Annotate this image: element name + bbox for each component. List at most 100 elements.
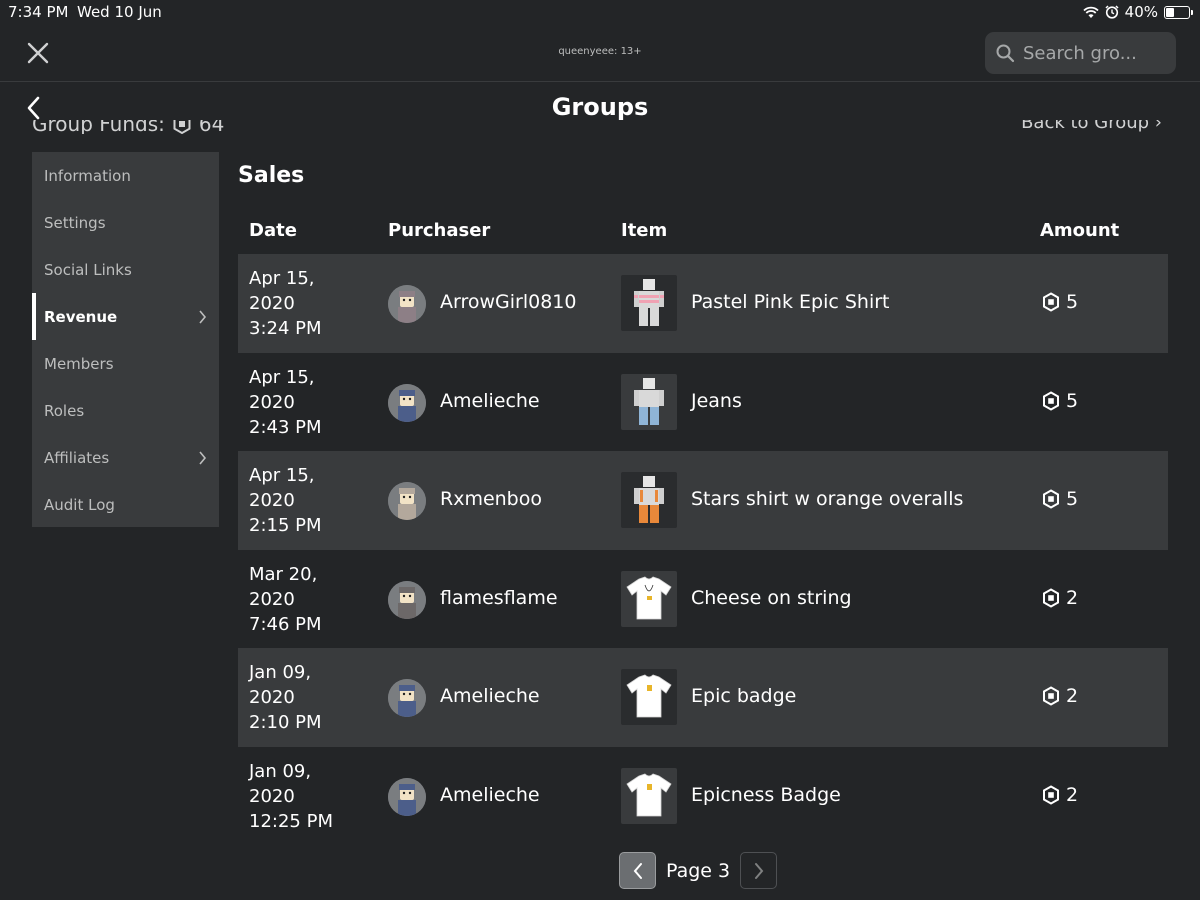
- page-title: Groups: [551, 93, 649, 121]
- next-page-button[interactable]: [740, 852, 778, 889]
- purchaser-avatar[interactable]: [388, 482, 426, 520]
- sidebar-item-label: Social Links: [44, 260, 132, 279]
- sale-amount: 2: [1042, 587, 1078, 609]
- sale-date: Apr 15, 2020 2:43 PM: [249, 366, 322, 438]
- column-header-date: Date: [249, 220, 297, 241]
- sidebar-item-social-links[interactable]: Social Links: [32, 246, 219, 293]
- sale-date: Mar 20, 2020 7:46 PM: [249, 563, 322, 635]
- sidebar-item-label: Roles: [44, 401, 85, 420]
- sale-amount: 2: [1042, 685, 1078, 707]
- sidebar-item-label: Affiliates: [44, 448, 110, 467]
- sidebar-item-audit-log[interactable]: Audit Log: [32, 481, 219, 528]
- sale-amount-value: 2: [1066, 783, 1079, 806]
- sale-date: Apr 15, 2020 3:24 PM: [249, 268, 322, 339]
- robux-icon: [1043, 489, 1059, 509]
- purchaser-avatar[interactable]: [388, 679, 426, 717]
- sidebar-item-label: Information: [44, 166, 131, 185]
- purchaser-avatar[interactable]: [388, 285, 426, 323]
- sale-amount-value: 2: [1066, 685, 1079, 707]
- battery-level: [1166, 7, 1174, 17]
- back-to-group-link[interactable]: Back to Group ›: [1021, 120, 1162, 133]
- table-row: Apr 15, 2020 3:24 PM ArrowGirl0810 Pastel …: [238, 254, 1168, 353]
- sale-amount: 5: [1042, 488, 1078, 510]
- item-thumbnail[interactable]: [621, 570, 677, 627]
- purchaser-name[interactable]: Amelieche: [440, 390, 540, 412]
- search-input[interactable]: [1023, 42, 1168, 64]
- sales-table: Date Purchaser Item Amount Apr 15, 2020 …: [238, 208, 1168, 845]
- sale-amount-value: 5: [1066, 488, 1079, 510]
- sale-amount: 2: [1042, 784, 1078, 806]
- sale-date: Jan 09, 2020 12:25 PM: [249, 760, 333, 832]
- sidebar-item-information[interactable]: Information: [32, 152, 219, 199]
- chevron-right-icon: [754, 862, 763, 879]
- column-header-purchaser: Purchaser: [388, 220, 491, 241]
- item-thumbnail[interactable]: [621, 373, 677, 430]
- table-header: Date Purchaser Item Amount: [238, 208, 1168, 254]
- sidebar-item-affiliates[interactable]: Affiliates: [32, 434, 219, 481]
- battery-icon: [1164, 5, 1193, 19]
- robux-icon: [1043, 686, 1059, 706]
- purchaser-name[interactable]: Amelieche: [440, 685, 540, 707]
- item-thumbnail[interactable]: [621, 275, 677, 331]
- item-thumbnail[interactable]: [621, 767, 677, 824]
- robux-icon: [1043, 390, 1059, 411]
- item-thumbnail[interactable]: [621, 669, 677, 725]
- sidebar-item-roles[interactable]: Roles: [32, 387, 219, 434]
- table-row: Jan 09, 2020 12:25 PM Amelieche Epicness B…: [238, 747, 1168, 846]
- column-header-item: Item: [621, 220, 668, 241]
- item-name[interactable]: Pastel Pink Epic Shirt: [691, 291, 889, 313]
- sidebar: Information Settings Social Links Revenue Me…: [32, 152, 219, 527]
- table-row: Mar 20, 2020 7:46 PM flamesflame Cheese on…: [238, 550, 1168, 649]
- group-funds: Group Funds: 64: [32, 120, 224, 134]
- sale-amount-value: 5: [1066, 291, 1079, 313]
- status-bar: 7:34 PM Wed 10 Jun 40%: [0, 0, 1200, 24]
- purchaser-avatar[interactable]: [388, 580, 426, 619]
- search-icon: [996, 44, 1015, 63]
- robux-icon: [1043, 784, 1059, 805]
- sale-date: Jan 09, 2020 2:10 PM: [249, 662, 322, 733]
- sidebar-item-label: Members: [44, 354, 114, 373]
- item-name[interactable]: Epic badge: [691, 685, 796, 707]
- table-body: Apr 15, 2020 3:24 PM ArrowGirl0810 Pastel …: [238, 254, 1168, 845]
- item-name[interactable]: Jeans: [691, 390, 742, 412]
- purchaser-avatar[interactable]: [388, 383, 426, 422]
- status-indicators: 40%: [1083, 3, 1193, 21]
- chevron-left-icon: [633, 862, 642, 879]
- column-header-amount: Amount: [1040, 220, 1120, 241]
- robux-icon: [1043, 292, 1059, 312]
- robux-icon: [1043, 587, 1059, 608]
- status-date: Wed 10 Jun: [77, 3, 162, 21]
- sale-amount: 5: [1042, 390, 1078, 412]
- sidebar-item-revenue[interactable]: Revenue: [32, 293, 219, 340]
- purchaser-name[interactable]: flamesflame: [440, 587, 558, 609]
- sales-title: Sales: [238, 163, 305, 188]
- purchaser-name[interactable]: Rxmenboo: [440, 488, 542, 510]
- sidebar-item-members[interactable]: Members: [32, 340, 219, 387]
- chevron-right-icon: [199, 451, 207, 465]
- item-name[interactable]: Cheese on string: [691, 587, 852, 609]
- table-row: Apr 15, 2020 2:43 PM Amelieche Jeans 5: [238, 353, 1168, 452]
- group-funds-value: 64: [198, 120, 225, 134]
- purchaser-name[interactable]: Amelieche: [440, 784, 540, 806]
- item-name[interactable]: Stars shirt w orange overalls: [691, 488, 963, 510]
- table-row: Apr 15, 2020 2:15 PM Rxmenboo Stars shirt …: [238, 451, 1168, 550]
- previous-page-button[interactable]: [619, 852, 656, 889]
- alarm-icon: [1105, 5, 1119, 19]
- sidebar-item-settings[interactable]: Settings: [32, 199, 219, 246]
- item-name[interactable]: Epicness Badge: [691, 784, 841, 806]
- page-indicator: Page 3: [666, 859, 731, 882]
- sale-amount: 5: [1042, 291, 1078, 313]
- sale-amount-value: 2: [1066, 586, 1079, 609]
- battery-percent: 40%: [1124, 3, 1158, 21]
- sidebar-item-label: Audit Log: [44, 495, 115, 514]
- sidebar-item-label: Revenue: [44, 307, 118, 326]
- item-thumbnail[interactable]: [621, 472, 677, 528]
- table-row: Jan 09, 2020 2:10 PM Amelieche Epic badge 2: [238, 648, 1168, 747]
- group-funds-label: Group Funds:: [32, 120, 165, 134]
- purchaser-name[interactable]: ArrowGirl0810: [440, 291, 576, 313]
- scrolled-header-row: Group Funds: 64 Back to Group ›: [0, 120, 1200, 134]
- sale-date: Apr 15, 2020 2:15 PM: [249, 465, 322, 536]
- search-box[interactable]: [985, 32, 1176, 74]
- purchaser-avatar[interactable]: [388, 777, 426, 816]
- top-bar: queenyeee: 13+: [0, 24, 1200, 82]
